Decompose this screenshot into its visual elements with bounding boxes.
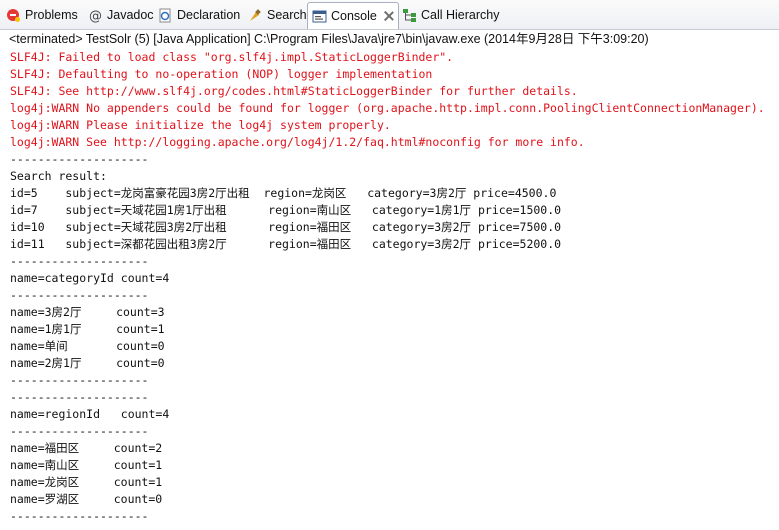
tab-console[interactable]: Console [307,2,399,29]
console-line: -------------------- [10,254,149,268]
console-line: SLF4J: Defaulting to no-operation (NOP) … [10,67,433,81]
tab-label: Search [267,8,307,22]
problems-icon [6,8,21,23]
tab-search[interactable]: Search [248,3,307,27]
console-line: -------------------- [10,509,149,523]
view-tab-bar: Problems @ Javadoc Declaration Search Co… [0,0,779,30]
tab-call-hierarchy[interactable]: Call Hierarchy [402,3,500,27]
console-line: -------------------- [10,373,149,387]
console-line: log4j:WARN No appenders could be found f… [10,101,765,115]
console-line: -------------------- [10,424,149,438]
tab-javadoc[interactable]: @ Javadoc [88,3,154,27]
console-line: id=7 subject=天域花园1房1厅出租 region=南山区 categ… [10,203,562,217]
javadoc-icon: @ [88,8,103,24]
console-line: name=罗湖区 count=0 [10,492,163,506]
console-line: -------------------- [10,390,149,404]
console-status-line: <terminated> TestSolr (5) [Java Applicat… [0,30,779,48]
console-line: name=龙岗区 count=1 [10,475,163,489]
console-line: name=单间 count=0 [10,339,165,353]
console-line: SLF4J: See http://www.slf4j.org/codes.ht… [10,84,578,98]
console-line: name=regionId count=4 [10,407,170,421]
tab-declaration[interactable]: Declaration [158,3,240,27]
console-icon [312,9,327,24]
tab-problems[interactable]: Problems [6,3,78,27]
console-line: name=1房1厅 count=1 [10,322,165,336]
console-output[interactable]: SLF4J: Failed to load class "org.slf4j.i… [0,49,779,530]
console-line: -------------------- [10,288,149,302]
console-line: Search result: [10,169,107,183]
console-line: id=11 subject=深都花园出租3房2厅 region=福田区 cate… [10,237,562,251]
console-line: name=categoryId count=4 [10,271,170,285]
console-line: id=10 subject=天域花园3房2厅出租 region=福田区 cate… [10,220,562,234]
console-line: -------------------- [10,152,149,166]
search-icon [248,8,263,23]
close-icon[interactable] [384,11,394,21]
tab-label: Problems [25,8,78,22]
tab-label: Declaration [177,8,241,22]
tab-label: Console [331,9,377,23]
declaration-icon [158,8,173,23]
console-line: id=5 subject=龙岗富豪花园3房2厅出租 region=龙岗区 cat… [10,186,557,200]
svg-text:@: @ [89,9,102,23]
tab-label: Javadoc [107,8,154,22]
console-line: log4j:WARN Please initialize the log4j s… [10,118,391,132]
console-line: log4j:WARN See http://logging.apache.org… [10,135,585,149]
console-line: name=3房2厅 count=3 [10,305,165,319]
console-line: SLF4J: Failed to load class "org.slf4j.i… [10,50,454,64]
console-line: name=2房1厅 count=0 [10,356,165,370]
call-hierarchy-icon [402,8,417,23]
tab-label: Call Hierarchy [421,8,500,22]
console-line: name=福田区 count=2 [10,441,163,455]
console-line: name=南山区 count=1 [10,458,163,472]
